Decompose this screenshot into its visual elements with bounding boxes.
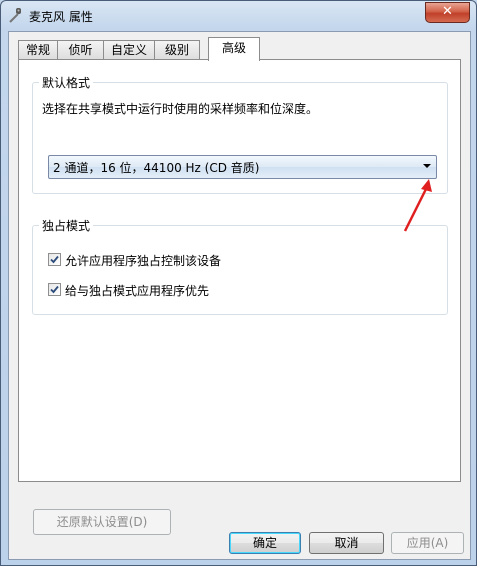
default-format-label: 默认格式: [39, 74, 94, 91]
restore-defaults-button[interactable]: 还原默认设置(D): [33, 509, 171, 535]
exclusive-priority-label: 给与独占模式应用程序优先: [65, 284, 210, 298]
sample-rate-dropdown[interactable]: 2 通道，16 位，44100 Hz (CD 音质): [48, 155, 437, 179]
chevron-down-icon[interactable]: [423, 164, 431, 168]
window-title: 麦克风 属性: [29, 10, 93, 24]
tab-levels[interactable]: 级别: [154, 40, 200, 60]
advanced-tab-page: 默认格式 选择在共享模式中运行时使用的采样频率和位深度。 2 通道，16 位，4…: [18, 59, 461, 535]
checkmark-icon: [50, 285, 59, 294]
apply-button[interactable]: 应用(A): [391, 532, 464, 554]
title-bar[interactable]: 麦克风 属性 ✕: [1, 1, 476, 31]
checkmark-icon: [50, 255, 59, 264]
allow-exclusive-label: 允许应用程序独占控制该设备: [65, 254, 222, 268]
default-format-group: 默认格式 选择在共享模式中运行时使用的采样频率和位深度。 2 通道，16 位，4…: [32, 74, 448, 194]
tab-custom[interactable]: 自定义: [103, 40, 155, 60]
allow-exclusive-checkbox[interactable]: [48, 253, 61, 266]
ok-button[interactable]: 确定: [229, 532, 301, 554]
default-format-description: 选择在共享模式中运行时使用的采样频率和位深度。: [42, 102, 319, 116]
sample-rate-value: 2 通道，16 位，44100 Hz (CD 音质): [53, 161, 260, 175]
dialog-client-area: 常规 侦听 自定义 级别 高级 默认格式 选择在共享模式中运行时使用的采样频率和…: [8, 31, 471, 560]
close-button[interactable]: ✕: [425, 2, 470, 23]
tab-advanced[interactable]: 高级: [208, 37, 260, 61]
red-annotation-arrow: [403, 179, 432, 232]
microphone-icon: [9, 8, 21, 23]
properties-window: 麦克风 属性 ✕ 常规 侦听 自定义 级别 高级 默认格式 选择在共享模式中运行…: [0, 0, 477, 566]
tab-listen[interactable]: 侦听: [57, 40, 104, 60]
cancel-button[interactable]: 取消: [309, 532, 384, 554]
tab-general[interactable]: 常规: [18, 40, 58, 60]
exclusive-mode-label: 独占模式: [39, 217, 94, 234]
exclusive-mode-group: 独占模式 允许应用程序独占控制该设备 给与独占模式应用程序优先: [32, 217, 448, 315]
exclusive-priority-checkbox[interactable]: [48, 283, 61, 296]
